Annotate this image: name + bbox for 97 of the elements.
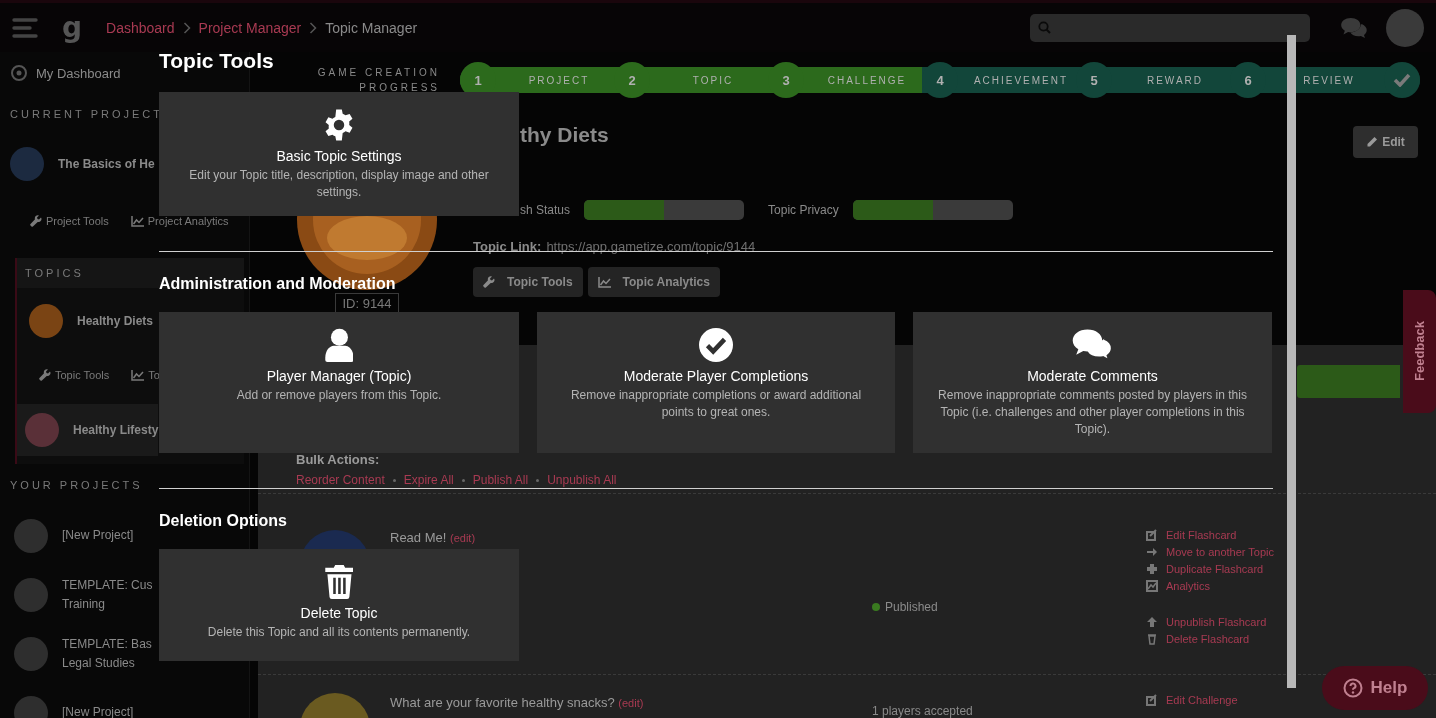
chart-icon xyxy=(597,276,611,288)
project-avatar xyxy=(14,518,48,553)
field-label: Topic Link: xyxy=(473,238,542,254)
project-title[interactable]: [New Project] xyxy=(62,526,134,545)
step-label: TOPIC xyxy=(691,74,735,86)
topic-title: thy Diets xyxy=(520,123,609,146)
project-title[interactable]: TEMPLATE: Bas Legal Studies xyxy=(62,634,152,673)
arrow-icon xyxy=(1146,546,1158,558)
section-heading: Deletion Options xyxy=(159,511,287,531)
sidebar-link[interactable]: To xyxy=(131,369,160,381)
user-icon xyxy=(324,328,354,362)
breadcrumb-link[interactable]: Dashboard xyxy=(106,19,175,36)
action-link[interactable]: Delete Flashcard xyxy=(1146,632,1275,646)
action-link[interactable]: Analytics xyxy=(1146,579,1275,593)
tool-card[interactable]: Delete Topic Delete this Topic and all its contents permanently. xyxy=(159,549,519,661)
bulk-action-link[interactable]: Publish All xyxy=(472,473,529,487)
scrollbar[interactable] xyxy=(1287,35,1296,688)
topic-avatar xyxy=(29,304,63,338)
chevron-icon xyxy=(182,21,191,34)
chevron-icon xyxy=(309,21,318,34)
search-field[interactable] xyxy=(1030,13,1310,42)
topic-item[interactable]: Healthy Lifesty xyxy=(17,404,158,456)
tool-card[interactable]: Moderate Player Completions Remove inappropriate completions or award additional points to great ones. xyxy=(537,312,895,453)
topic-avatar xyxy=(25,413,59,447)
checkmark-icon xyxy=(1393,73,1411,87)
item-title: Read Me! (edit) xyxy=(390,530,476,545)
tool-card[interactable]: Moderate Comments Remove inappropriate comments posted by players in this Topic (i.e. challenges and other player completions in this Topic). xyxy=(913,312,1272,453)
step-label: PROJECT xyxy=(527,74,591,86)
status-dot xyxy=(872,603,880,611)
step-label: CHALLENGE xyxy=(826,74,908,86)
wrench-icon xyxy=(30,215,42,227)
pencil-icon xyxy=(1366,136,1379,148)
step-label: ACHIEVEMENT xyxy=(972,74,1070,86)
sidebar-link[interactable]: My Dashboard xyxy=(36,65,121,81)
plus-icon xyxy=(1146,563,1158,575)
sidebar-link[interactable]: Project Analytics xyxy=(130,215,229,227)
step-label: REVIEW xyxy=(1302,74,1356,86)
help-button[interactable]: Help xyxy=(1322,666,1428,710)
tool-card[interactable]: Player Manager (Topic) Add or remove players from this Topic. xyxy=(159,312,519,453)
action-link[interactable]: Duplicate Flashcard xyxy=(1146,562,1275,576)
bulk-action-link[interactable]: Expire All xyxy=(403,473,454,487)
chat-icon[interactable] xyxy=(1340,16,1368,39)
search-icon xyxy=(1038,21,1051,34)
feedback-tab[interactable]: Feedback xyxy=(1403,290,1436,413)
challenge-button[interactable] xyxy=(1297,365,1400,398)
section-heading: TOPICS xyxy=(25,267,84,279)
tool-card[interactable]: Basic Topic Settings Edit your Topic title, description, display image and other settings. xyxy=(159,92,519,216)
breadcrumb-link[interactable]: Project Manager xyxy=(198,19,302,36)
project-avatar xyxy=(10,147,44,181)
edit-icon xyxy=(1146,529,1158,541)
bulk-actions-label: Bulk Actions: xyxy=(296,452,380,467)
status-text: 1 players accepted xyxy=(872,704,973,718)
bulk-action-link[interactable]: Unpublish All xyxy=(547,473,617,487)
project-avatar xyxy=(14,636,48,671)
sidebar-link[interactable]: Project Tools xyxy=(30,215,109,227)
chart-icon xyxy=(130,215,144,227)
project-title[interactable]: The Basics of He xyxy=(58,157,155,171)
progress-label: GAME CREATION PROGRESS xyxy=(316,66,440,95)
item-title: What are your favorite healthy snacks? (edit) xyxy=(390,695,644,710)
toggle-switch[interactable] xyxy=(584,200,745,220)
edit-link[interactable]: (edit) xyxy=(618,697,644,709)
bulk-action-link[interactable]: Reorder Content xyxy=(296,473,385,487)
avatar[interactable] xyxy=(1386,8,1424,47)
field-label: sh Status xyxy=(520,203,571,217)
comments-icon xyxy=(1072,328,1113,362)
action-link[interactable]: Move to another Topic xyxy=(1146,545,1275,559)
trash-icon xyxy=(324,565,354,599)
trash-icon xyxy=(1146,633,1158,645)
chart-icon xyxy=(1146,580,1158,592)
edit-button[interactable]: Edit xyxy=(1353,126,1418,158)
chart-icon xyxy=(131,369,145,381)
step-label: REWARD xyxy=(1145,74,1205,86)
question-icon xyxy=(1342,678,1363,698)
topic-link[interactable]: https://app.gametize.com/topic/9144 xyxy=(546,238,756,254)
status-text: Published xyxy=(885,600,938,614)
analytics-button[interactable]: Topic Analytics xyxy=(587,267,720,297)
project-avatar xyxy=(14,577,48,612)
edit-icon xyxy=(1146,694,1158,706)
tools-button[interactable]: Topic Tools xyxy=(473,267,583,297)
edit-link[interactable]: (edit) xyxy=(450,532,476,544)
arrow-up-icon xyxy=(1146,616,1158,628)
toggle-switch[interactable] xyxy=(852,200,1013,220)
field-label: Topic Privacy xyxy=(768,203,839,217)
wrench-icon xyxy=(483,276,495,288)
action-link[interactable]: Edit Challenge xyxy=(1146,693,1238,707)
section-heading: YOUR PROJECTS xyxy=(10,479,143,491)
project-title[interactable]: TEMPLATE: Cus Training xyxy=(62,575,153,614)
check-circle-icon xyxy=(699,328,733,362)
menu-icon[interactable] xyxy=(12,16,38,39)
action-link[interactable]: Unpublish Flashcard xyxy=(1146,615,1275,629)
project-title[interactable]: [New Project] xyxy=(62,703,134,718)
wrench-icon xyxy=(39,369,51,381)
action-link[interactable]: Edit Flashcard xyxy=(1146,528,1275,542)
sidebar-link[interactable]: Topic Tools xyxy=(39,369,110,381)
dashboard-icon xyxy=(10,65,28,81)
logo[interactable]: g xyxy=(62,13,83,42)
modal-title: Topic Tools xyxy=(159,48,274,74)
